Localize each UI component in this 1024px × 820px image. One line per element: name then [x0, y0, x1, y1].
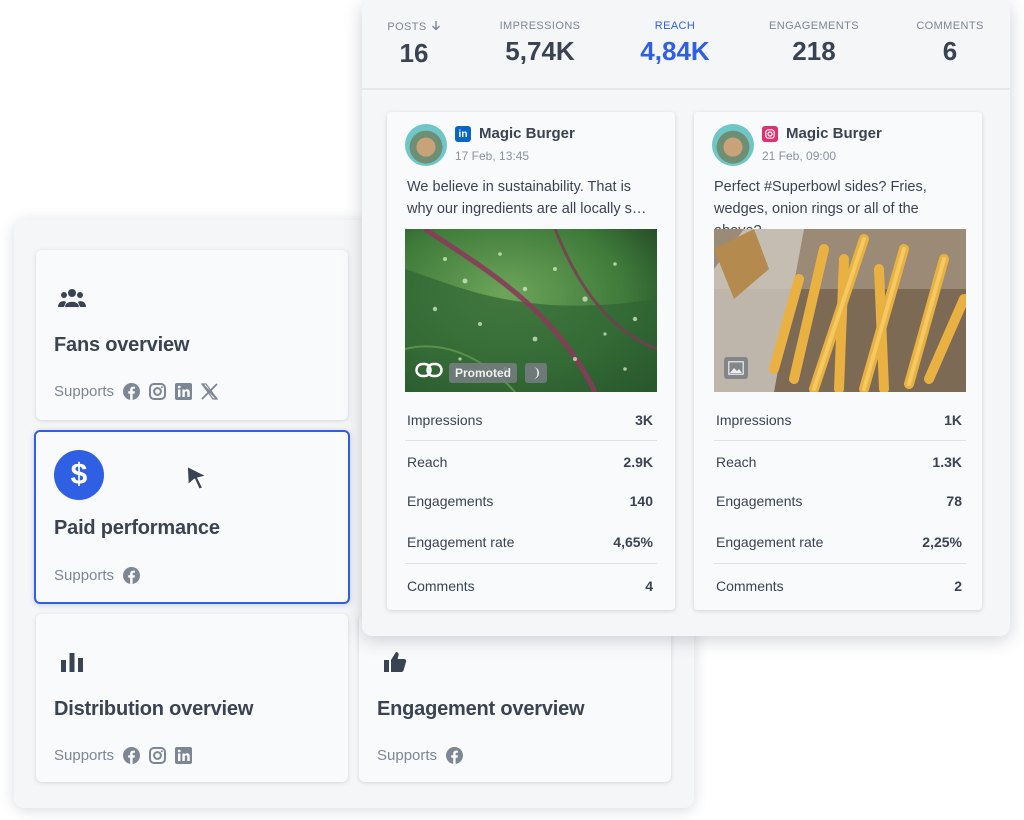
post-author: Magic Burger	[479, 125, 575, 142]
card-title: Fans overview	[54, 334, 190, 356]
metric-value: 1.3K	[932, 453, 962, 470]
post-metrics: Impressions 1K Reach 1.3K Engagements 78 En…	[714, 400, 966, 608]
bar-chart-icon	[54, 644, 90, 680]
fries-photo[interactable]	[714, 229, 966, 392]
card-title: Paid performance	[54, 517, 220, 539]
metric-impressions: Impressions 3K	[405, 400, 657, 441]
post-time: 17 Feb, 13:45	[455, 149, 530, 163]
metric-impressions: Impressions 1K	[714, 400, 966, 441]
image-icon	[728, 361, 744, 380]
supports-row: Supports	[54, 382, 218, 400]
post-card[interactable]: in Magic Burger 17 Feb, 13:45 We believe…	[387, 112, 675, 610]
card-engagement-overview[interactable]: Engagement overview Supports	[359, 614, 671, 782]
moon-icon	[525, 363, 547, 383]
metric-engagement-rate: Engagement rate 4,65%	[405, 520, 657, 564]
post-time: 21 Feb, 09:00	[762, 149, 837, 163]
linkedin-icon: in	[455, 126, 471, 142]
supports-row: Supports	[54, 566, 140, 584]
metric-value: 140	[629, 493, 653, 509]
metric-label: Impressions	[407, 412, 483, 428]
facebook-icon	[122, 746, 140, 764]
users-icon	[54, 280, 90, 316]
facebook-icon	[445, 746, 463, 764]
stats-bar: POSTS 16 IMPRESSIONS 5,74K REACH 4,84K E…	[362, 0, 1010, 90]
card-distribution-overview[interactable]: Distribution overview Supports	[36, 614, 348, 782]
supports-label: Supports	[377, 746, 438, 764]
instagram-icon	[148, 382, 166, 400]
stat-value: 218	[792, 36, 836, 66]
metric-value: 3K	[635, 412, 653, 428]
stat-label: POSTS	[387, 21, 427, 33]
leaf-photo[interactable]: Promoted	[405, 229, 657, 392]
instagram-icon	[762, 126, 778, 142]
avatar	[712, 124, 754, 166]
metric-value: 1K	[944, 412, 962, 428]
stat-value: 4,84K	[640, 36, 710, 66]
post-metrics: Impressions 3K Reach 2.9K Engagements 140 E…	[405, 400, 657, 608]
posts-panel: POSTS 16 IMPRESSIONS 5,74K REACH 4,84K E…	[362, 0, 1010, 636]
avatar	[405, 124, 447, 166]
metric-value: 2,25%	[922, 533, 962, 550]
metric-reach: Reach 1.3K	[714, 441, 966, 482]
metric-value: 4,65%	[613, 533, 653, 550]
metric-value: 78	[946, 493, 962, 509]
stat-posts[interactable]: POSTS 16	[354, 20, 474, 69]
supports-label: Supports	[54, 746, 115, 764]
metric-comments: Comments 4	[405, 564, 657, 608]
supports-label: Supports	[54, 382, 115, 400]
metric-engagements: Engagements 140	[405, 482, 657, 520]
stat-label: IMPRESSIONS	[499, 20, 581, 32]
facebook-icon	[122, 566, 140, 584]
metric-label: Comments	[407, 578, 475, 594]
metric-label: Reach	[407, 453, 448, 470]
post-card[interactable]: Magic Burger 21 Feb, 09:00 Perfect #Supe…	[694, 112, 982, 610]
supports-row: Supports	[377, 746, 463, 764]
metric-reach: Reach 2.9K	[405, 441, 657, 482]
facebook-icon	[122, 382, 140, 400]
supports-label: Supports	[54, 566, 115, 584]
post-text: We believe in sustainability. That is wh…	[407, 179, 647, 217]
promoted-badge: Promoted	[449, 363, 518, 383]
card-fans-overview[interactable]: Fans overview Supports	[36, 250, 348, 420]
metric-label: Engagement rate	[716, 533, 824, 550]
metric-label: Comments	[716, 578, 784, 594]
linkedin-icon	[174, 746, 192, 764]
stat-reach[interactable]: REACH 4,84K	[615, 20, 735, 67]
card-title: Distribution overview	[54, 698, 254, 720]
metric-label: Reach	[716, 453, 757, 470]
instagram-icon	[148, 746, 166, 764]
x-icon	[200, 382, 218, 400]
metric-comments: Comments 2	[714, 564, 966, 608]
metric-engagements: Engagements 78	[714, 482, 966, 520]
stat-impressions[interactable]: IMPRESSIONS 5,74K	[480, 20, 600, 67]
supports-row: Supports	[54, 746, 192, 764]
stat-comments[interactable]: COMMENTS 6	[890, 20, 1010, 67]
link-icon	[415, 361, 443, 384]
card-paid-performance[interactable]: $ Paid performance Supports	[34, 430, 350, 604]
metric-value: 2	[954, 578, 962, 594]
stat-value: 5,74K	[505, 36, 575, 66]
linkedin-icon	[174, 382, 192, 400]
metric-label: Impressions	[716, 412, 792, 428]
stat-label: COMMENTS	[916, 20, 984, 32]
stat-label: ENGAGEMENTS	[769, 20, 859, 32]
arrow-down-icon[interactable]	[431, 20, 441, 34]
metric-value: 2.9K	[623, 453, 653, 470]
metric-label: Engagements	[407, 493, 494, 509]
dollar-icon: $	[54, 450, 104, 500]
metric-label: Engagements	[716, 493, 803, 509]
metric-value: 4	[645, 578, 653, 594]
metric-engagement-rate: Engagement rate 2,25%	[714, 520, 966, 564]
mouse-cursor-icon	[185, 464, 211, 495]
stat-value: 16	[399, 38, 429, 68]
post-author: Magic Burger	[786, 125, 882, 142]
thumbs-up-icon	[377, 644, 413, 680]
stat-label: REACH	[654, 20, 696, 32]
stat-value: 6	[942, 36, 958, 66]
metric-label: Engagement rate	[407, 533, 515, 550]
stat-engagements[interactable]: ENGAGEMENTS 218	[754, 20, 874, 67]
card-title: Engagement overview	[377, 698, 585, 720]
